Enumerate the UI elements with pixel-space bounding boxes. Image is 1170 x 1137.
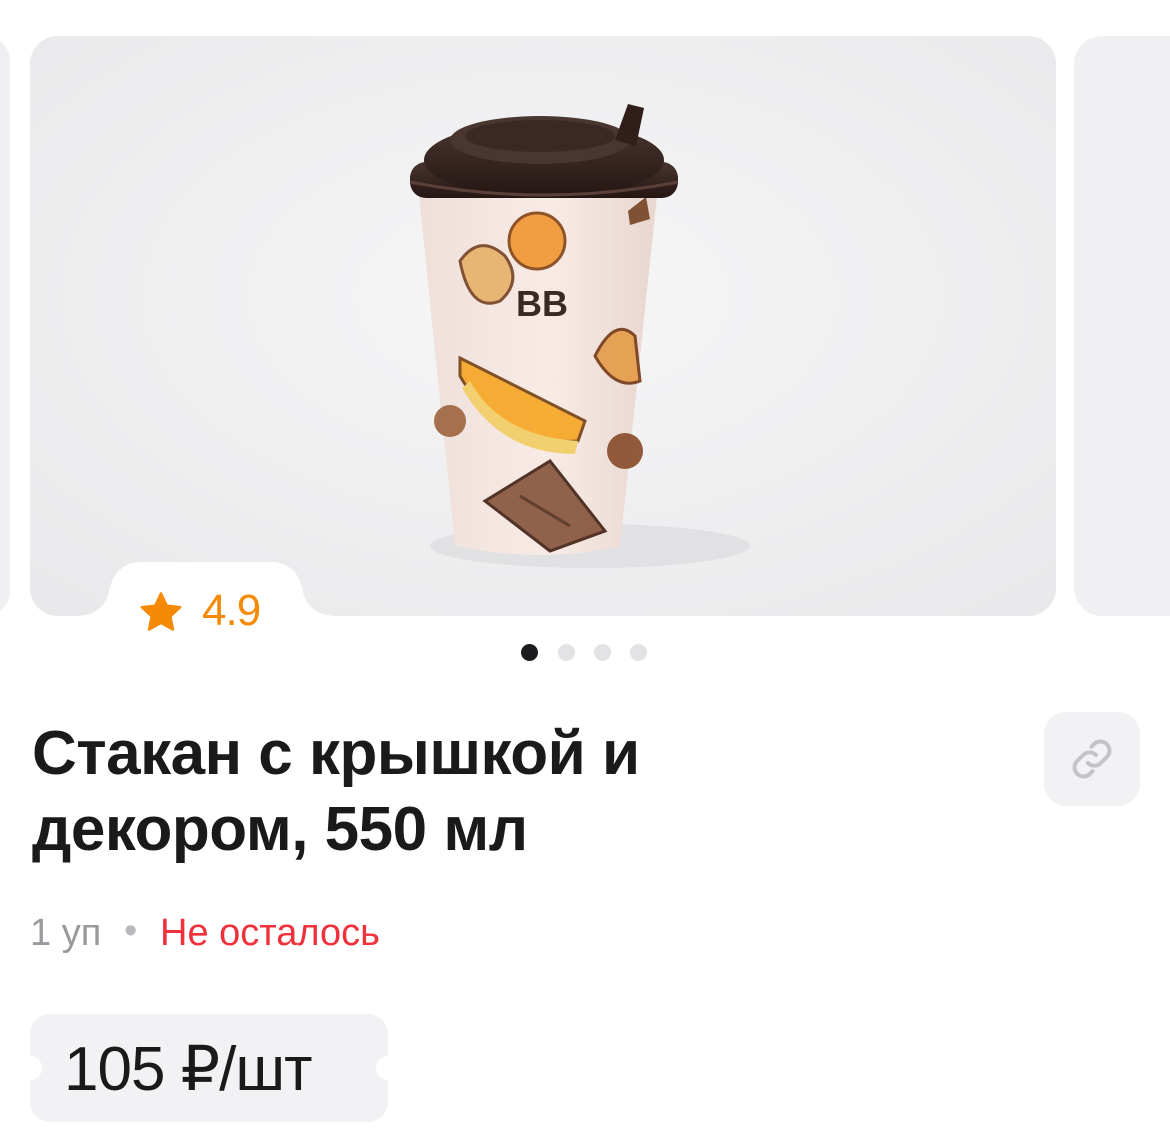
product-gallery[interactable]: BB 4.9 bbox=[0, 0, 1170, 661]
copy-link-button[interactable] bbox=[1044, 712, 1140, 806]
carousel-dot[interactable] bbox=[594, 644, 611, 661]
price-label: 105 ₽/шт bbox=[64, 1035, 312, 1104]
star-icon bbox=[140, 592, 182, 631]
previous-slide-preview[interactable] bbox=[0, 36, 10, 616]
product-title: Стакан с крышкой и декором, 550 мл bbox=[32, 719, 640, 864]
product-photo: BB bbox=[30, 36, 1056, 616]
carousel-dot[interactable] bbox=[630, 644, 647, 661]
availability-status: Не осталось bbox=[160, 912, 380, 954]
link-icon bbox=[1072, 739, 1112, 779]
rating-value: 4.9 bbox=[202, 586, 261, 635]
package-quantity: 1 уп bbox=[30, 912, 102, 954]
product-image-slide[interactable]: BB bbox=[30, 36, 1056, 616]
rating-badge: 4.9 bbox=[80, 562, 332, 652]
carousel-dot[interactable] bbox=[558, 644, 575, 661]
price-chip: 105 ₽/шт bbox=[18, 1014, 400, 1122]
svg-text:BB: BB bbox=[516, 283, 568, 324]
carousel-dot-active[interactable] bbox=[521, 644, 538, 661]
meta-separator: • bbox=[124, 910, 138, 952]
next-slide-preview[interactable] bbox=[1074, 36, 1170, 616]
